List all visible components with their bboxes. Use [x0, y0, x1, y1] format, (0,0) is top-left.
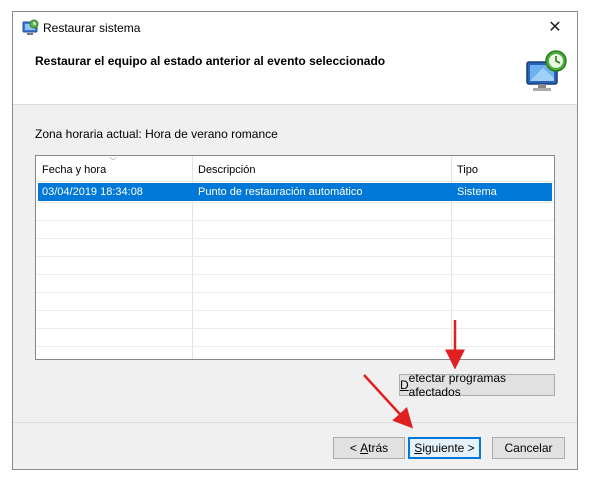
system-restore-dialog: Restaurar sistema ✕ Restaurar el equipo …	[12, 11, 578, 470]
grid-line	[36, 328, 554, 329]
grid-line	[36, 202, 554, 203]
grid-line	[36, 292, 554, 293]
back-prefix: <	[349, 441, 361, 455]
wizard-header: Restaurar el equipo al estado anterior a…	[13, 44, 577, 105]
cancel-button[interactable]: Cancelar	[492, 437, 565, 459]
column-header-date[interactable]: Fecha y hora	[42, 164, 106, 176]
grid-line	[36, 238, 554, 239]
back-label: trás	[368, 441, 389, 455]
window-title: Restaurar sistema	[43, 21, 141, 35]
timezone-label: Zona horaria actual: Hora de verano roma…	[35, 127, 278, 141]
detect-affected-programs-button[interactable]: Detectar programas afectados	[399, 371, 555, 399]
close-button[interactable]: ✕	[533, 12, 577, 42]
cancel-label: Cancelar	[504, 441, 553, 455]
restore-points-list[interactable]: ﹀ Fecha y hora Descripción Tipo 03/04/20…	[35, 155, 555, 360]
column-header-type[interactable]: Tipo	[457, 164, 478, 176]
monitor-restore-icon	[526, 50, 567, 91]
row-date: 03/04/2019 18:34:08	[42, 186, 143, 198]
grid-line	[36, 220, 554, 221]
grid-line	[36, 274, 554, 275]
sort-arrow-icon: ﹀	[109, 157, 117, 166]
title-bar: Restaurar sistema ✕	[13, 12, 577, 44]
detect-label: etectar programas afectados	[408, 371, 507, 399]
grid-line	[36, 310, 554, 311]
detect-accelerator: D	[400, 378, 409, 392]
list-header: ﹀ Fecha y hora Descripción Tipo	[36, 156, 554, 182]
grid-line	[36, 346, 554, 347]
table-row[interactable]: 03/04/2019 18:34:08 Punto de restauració…	[38, 183, 552, 201]
column-header-description[interactable]: Descripción	[198, 164, 255, 176]
back-button[interactable]: < Atrás	[333, 437, 405, 459]
footer-separator	[13, 422, 577, 423]
close-icon: ✕	[548, 19, 562, 36]
next-label: iguiente >	[422, 441, 475, 455]
back-accelerator: A	[360, 441, 369, 455]
next-accelerator: S	[414, 441, 423, 455]
next-button[interactable]: Siguiente >	[408, 437, 481, 459]
system-restore-icon	[22, 19, 39, 35]
row-type: Sistema	[457, 186, 497, 198]
grid-line	[36, 256, 554, 257]
page-title: Restaurar el equipo al estado anterior a…	[35, 54, 386, 68]
row-description: Punto de restauración automático	[198, 186, 363, 198]
